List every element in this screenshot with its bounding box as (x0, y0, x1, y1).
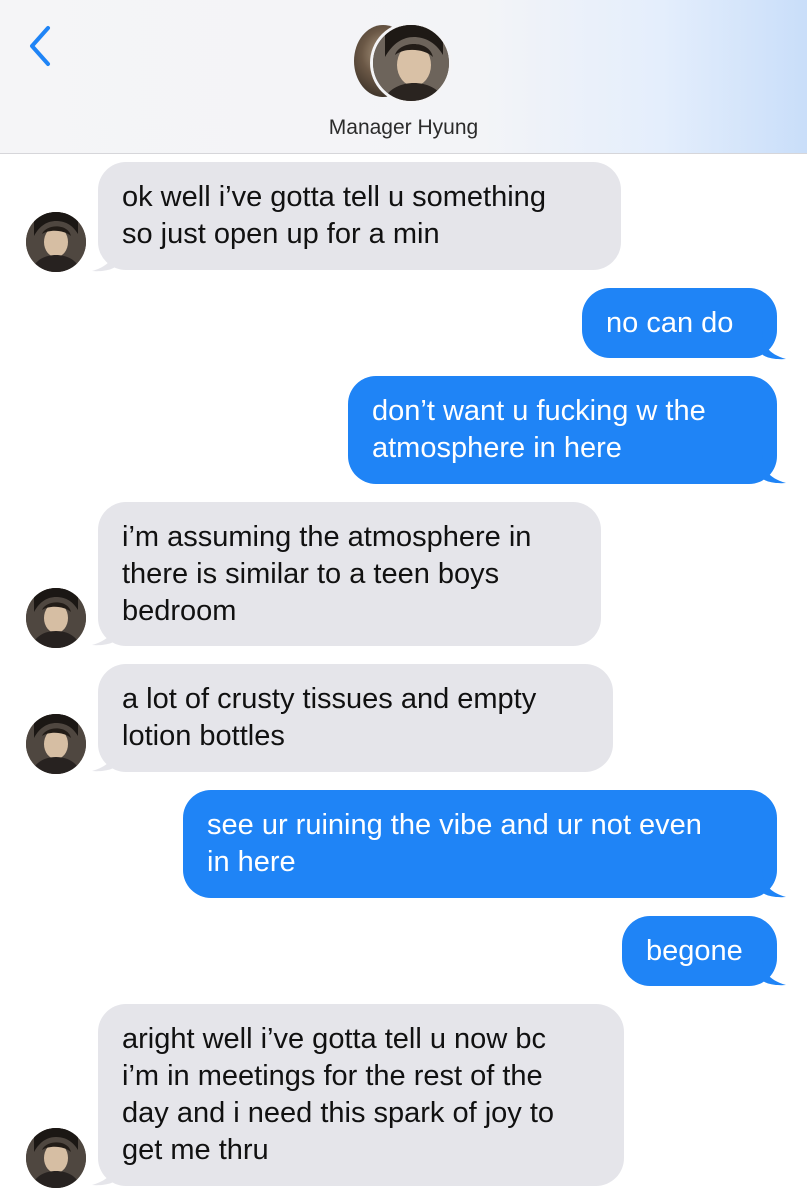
sender-avatar (26, 588, 86, 648)
back-button[interactable] (24, 22, 64, 70)
sender-avatar (26, 212, 86, 272)
bubble-tail (762, 330, 786, 360)
contact-avatar-photo (370, 22, 452, 104)
sender-avatar (26, 714, 86, 774)
bubble-tail (762, 868, 786, 898)
chevron-left-icon (30, 26, 50, 66)
message-bubble-outgoing[interactable]: don’t want u fucking w the atmosphere in… (348, 376, 777, 484)
bubble-tail (762, 956, 786, 986)
message-bubble-incoming[interactable]: aright well i’ve gotta tell u now bc i’m… (98, 1004, 624, 1186)
message-bubble-outgoing[interactable]: begone (622, 916, 777, 986)
contact-avatar[interactable] (354, 22, 454, 104)
message-bubble-incoming[interactable]: ok well i’ve gotta tell u something so j… (98, 162, 621, 270)
sender-avatar (26, 1128, 86, 1188)
conversation-header: Manager Hyung (0, 0, 807, 154)
message-bubble-incoming[interactable]: a lot of crusty tissues and empty lotion… (98, 664, 613, 772)
contact-name[interactable]: Manager Hyung (0, 116, 807, 140)
message-bubble-outgoing[interactable]: no can do (582, 288, 777, 358)
bubble-tail (762, 454, 786, 484)
message-bubble-incoming[interactable]: i’m assuming the atmosphere in there is … (98, 502, 601, 646)
message-bubble-outgoing[interactable]: see ur ruining the vibe and ur not even … (183, 790, 777, 898)
